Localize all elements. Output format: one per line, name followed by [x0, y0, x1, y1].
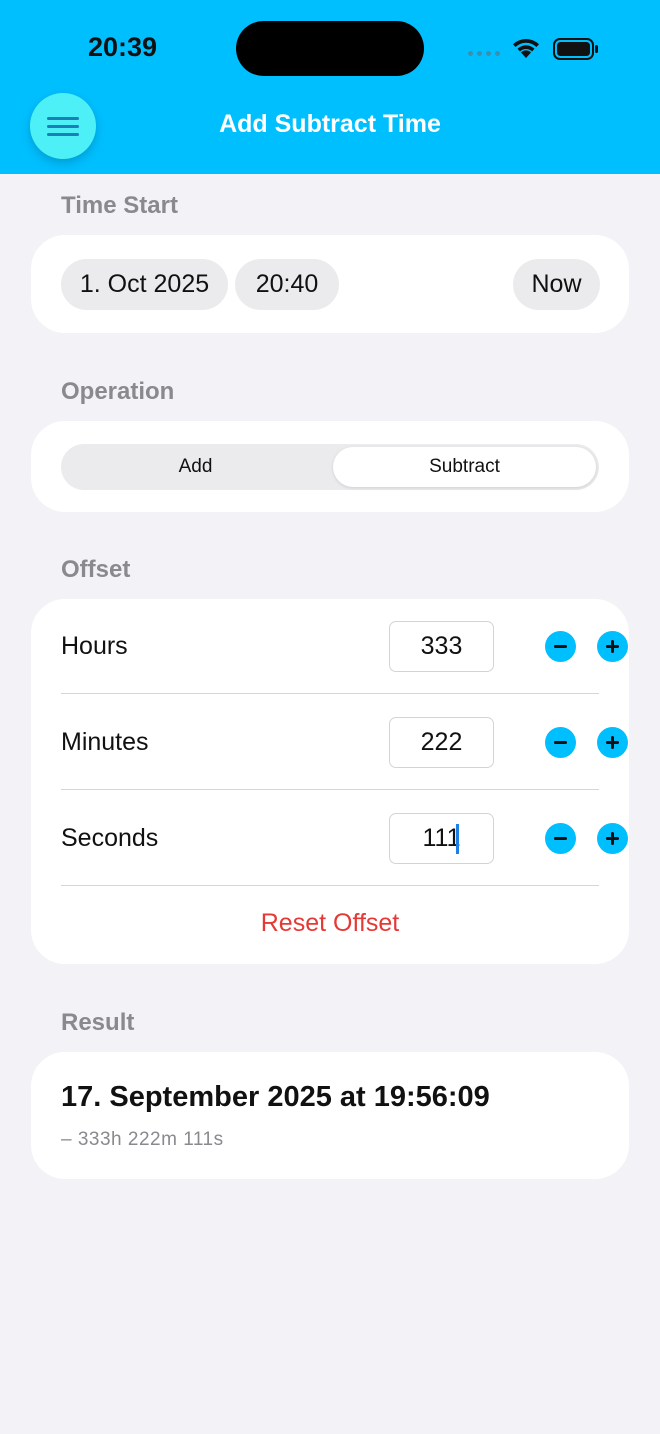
- minus-icon: [554, 837, 567, 840]
- minus-icon: [554, 741, 567, 744]
- offset-label: Offset: [61, 556, 131, 583]
- battery-icon: [553, 38, 598, 60]
- result-label: Result: [61, 1009, 135, 1036]
- plus-icon: [606, 832, 619, 845]
- minutes-input[interactable]: [389, 717, 494, 768]
- operation-label: Operation: [61, 378, 175, 405]
- reset-offset-button[interactable]: Reset Offset: [31, 909, 629, 938]
- minutes-label: Minutes: [61, 728, 149, 756]
- time-start-label: Time Start: [61, 192, 178, 219]
- segment-add[interactable]: Add: [64, 447, 327, 487]
- result-card: 17. September 2025 at 19:56:09 – 333h 22…: [31, 1052, 629, 1179]
- hours-label: Hours: [61, 632, 128, 660]
- minutes-increment-button[interactable]: [597, 727, 628, 758]
- offset-card: Hours Minutes Seconds Reset Offset: [31, 599, 629, 964]
- seconds-increment-button[interactable]: [597, 823, 628, 854]
- time-picker-button[interactable]: 20:40: [235, 259, 339, 310]
- result-detail: – 333h 222m 111s: [61, 1129, 224, 1150]
- time-start-card: 1. Oct 2025 20:40 Now: [31, 235, 629, 333]
- plus-icon: [606, 736, 619, 749]
- operation-card: Add Subtract: [31, 421, 629, 512]
- seconds-input[interactable]: [389, 813, 494, 864]
- plus-icon: [606, 640, 619, 653]
- date-picker-button[interactable]: 1. Oct 2025: [61, 259, 228, 310]
- minus-icon: [554, 645, 567, 648]
- divider: [61, 693, 599, 694]
- hours-increment-button[interactable]: [597, 631, 628, 662]
- segment-subtract[interactable]: Subtract: [333, 447, 596, 487]
- text-cursor: [456, 824, 459, 854]
- minutes-row: Minutes: [61, 695, 628, 791]
- operation-segmented-control: Add Subtract: [61, 444, 599, 490]
- navigation-header: 20:39 Add Subtract Time: [0, 0, 660, 174]
- wifi-icon: [513, 39, 539, 58]
- seconds-row: Seconds: [61, 791, 628, 887]
- cellular-signal-icon: [468, 51, 500, 56]
- divider: [61, 885, 599, 886]
- divider: [61, 789, 599, 790]
- minutes-decrement-button[interactable]: [545, 727, 576, 758]
- seconds-label: Seconds: [61, 824, 159, 852]
- dynamic-island: [236, 21, 424, 76]
- hours-decrement-button[interactable]: [545, 631, 576, 662]
- result-value: 17. September 2025 at 19:56:09: [61, 1081, 490, 1113]
- hours-row: Hours: [61, 599, 628, 695]
- hours-input[interactable]: [389, 621, 494, 672]
- seconds-decrement-button[interactable]: [545, 823, 576, 854]
- page-title: Add Subtract Time: [219, 110, 441, 138]
- now-button[interactable]: Now: [513, 259, 600, 310]
- status-time: 20:39: [88, 32, 158, 62]
